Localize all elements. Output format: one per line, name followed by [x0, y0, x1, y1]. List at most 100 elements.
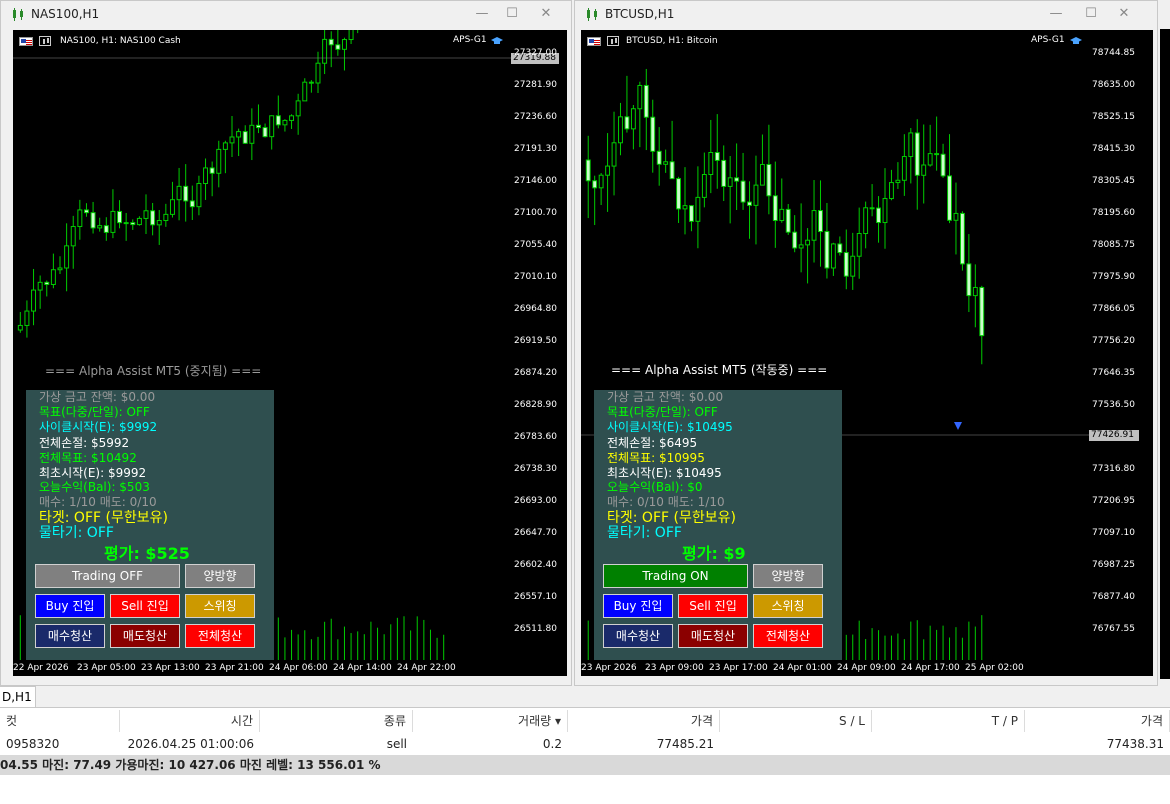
candle-body [727, 177, 733, 187]
candle-body [302, 81, 308, 102]
candle-body [64, 245, 70, 269]
candle-body [901, 156, 907, 181]
price-tick-label: 78305.45 [1092, 176, 1135, 186]
column-header[interactable]: 거래량 ▾ [413, 710, 568, 732]
candle-body [37, 281, 43, 291]
maximize-icon[interactable]: ☐ [1080, 5, 1102, 23]
column-header[interactable]: 종류 [260, 710, 413, 732]
trading-toggle-button[interactable]: Trading ON [603, 564, 748, 588]
column-header[interactable]: 컷 [0, 710, 120, 732]
time-tick-label: 24 Apr 06:00 [269, 663, 328, 673]
mt5-terminal: NAS100,H1 — ☐ ✕ NAS100, H1: NAS100 Cash … [0, 0, 1170, 804]
candle-body [611, 142, 617, 167]
today-profit: 오늘수익(Bal): $0 [607, 480, 703, 494]
cycle-start: 사이클시작(E): $10495 [607, 420, 733, 434]
time-tick-label: 23 Apr 13:00 [141, 663, 200, 673]
candle-body [643, 84, 649, 118]
column-header[interactable]: S / L [720, 710, 872, 732]
candle-body [328, 38, 334, 46]
tab-chart[interactable]: D,H1 [0, 686, 36, 708]
candle-body [656, 150, 662, 165]
chart-window-btcusd[interactable]: BTCUSD,H1 — ☐ ✕ BTCUSD, H1: Bitcoin APS-… [574, 0, 1158, 686]
candle-body [136, 217, 142, 226]
close-sell-button[interactable]: 매도청산 [110, 624, 180, 648]
candle-body [110, 210, 116, 233]
switching-button[interactable]: 스위칭 [185, 594, 255, 618]
buy-entry-button[interactable]: Buy 진입 [35, 594, 105, 618]
candle-body [335, 44, 341, 50]
sell-entry-button[interactable]: Sell 진입 [110, 594, 180, 618]
time-tick-label: 24 Apr 09:00 [837, 663, 896, 673]
buy-entry-button[interactable]: Buy 진입 [603, 594, 673, 618]
window-titlebar[interactable]: NAS100,H1 — ☐ ✕ [1, 1, 571, 28]
price-tick-label: 77866.05 [1092, 304, 1135, 314]
price-tick-label: 26964.80 [514, 304, 557, 314]
bidirectional-button[interactable]: 양방향 [185, 564, 255, 588]
price-chart[interactable]: NAS100, H1: NAS100 Cash APS-G1 === Alpha… [13, 30, 511, 676]
virtual-balance: 가상 금고 잔액: $0.00 [39, 390, 156, 404]
column-header[interactable]: 가격 [568, 710, 720, 732]
candle-body [663, 161, 669, 165]
candle-body [650, 116, 656, 152]
maximize-icon[interactable]: ☐ [501, 5, 523, 23]
chart-window-partial[interactable] [1160, 29, 1170, 679]
minimize-icon[interactable]: — [1045, 5, 1067, 23]
price-tick-label: 76767.55 [1092, 624, 1135, 634]
minimize-icon[interactable]: — [471, 5, 493, 23]
candle-body [308, 81, 314, 84]
candle-body [856, 233, 862, 257]
column-header[interactable]: 시간 [120, 710, 260, 732]
candle-body [966, 263, 972, 297]
candle-body [150, 210, 156, 226]
time-tick-label: 24 Apr 01:00 [773, 663, 832, 673]
switching-button[interactable]: 스위칭 [753, 594, 823, 618]
price-tick-label: 76877.40 [1092, 592, 1135, 602]
time-tick-label: 23 Apr 2026 [581, 663, 637, 673]
candle-body [927, 153, 933, 166]
close-icon[interactable]: ✕ [1113, 5, 1135, 23]
price-chart[interactable]: BTCUSD, H1: Bitcoin APS-G1 === Alpha Ass… [581, 30, 1089, 676]
candle-body [830, 243, 836, 269]
close-buy-button[interactable]: 매수청산 [603, 624, 673, 648]
candle-body [695, 196, 701, 222]
sell-entry-button[interactable]: Sell 진입 [678, 594, 748, 618]
price-tick-label: 26602.40 [514, 560, 557, 570]
price-tick-label: 78635.00 [1092, 80, 1135, 90]
price-axis[interactable]: 27319.88 27327.00 27281.90 27236.60 27191.3… [511, 30, 567, 676]
time-tick-label: 23 Apr 09:00 [645, 663, 704, 673]
candle-body [598, 174, 604, 189]
candle-body [637, 84, 643, 110]
price-axis[interactable]: 77426.91 78744.85 78635.00 78525.15 78415.3… [1089, 30, 1153, 676]
close-icon[interactable]: ✕ [535, 5, 557, 23]
close-all-button[interactable]: 전체청산 [185, 624, 255, 648]
close-all-button[interactable]: 전체청산 [753, 624, 823, 648]
column-header[interactable]: 가격 [1025, 710, 1170, 732]
close-buy-button[interactable]: 매수청산 [35, 624, 105, 648]
candle-body [605, 165, 611, 176]
table-cell: 0.2 [542, 737, 562, 751]
chart-window-nas100[interactable]: NAS100,H1 — ☐ ✕ NAS100, H1: NAS100 Cash … [0, 0, 572, 686]
bidirectional-button[interactable]: 양방향 [753, 564, 823, 588]
price-tick-label: 26874.20 [514, 368, 557, 378]
candle-body [315, 62, 321, 84]
column-header[interactable]: T / P [872, 710, 1025, 732]
price-tick-label: 27146.00 [514, 176, 557, 186]
close-sell-button[interactable]: 매도청산 [678, 624, 748, 648]
candle-body [811, 210, 817, 241]
cycle-start: 사이클시작(E): $9992 [39, 420, 158, 434]
candle-body [77, 209, 83, 228]
initial-start: 최초시작(E): $10495 [607, 466, 722, 480]
price-tick-label: 77536.50 [1092, 400, 1135, 410]
target-mode: 목표(다중/단일): OFF [607, 405, 718, 419]
candle-body [176, 185, 182, 201]
candle-body [940, 153, 946, 177]
candle-body [676, 178, 681, 210]
window-titlebar[interactable]: BTCUSD,H1 — ☐ ✕ [575, 1, 1157, 28]
chart-type-icon [39, 36, 51, 46]
time-tick-label: 22 Apr 2026 [13, 663, 69, 673]
trading-toggle-button[interactable]: Trading OFF [35, 564, 180, 588]
ea-heading: === Alpha Assist MT5 (중지됨) === [45, 364, 262, 378]
price-tick-label: 77097.10 [1092, 528, 1135, 538]
window-title: BTCUSD,H1 [605, 7, 675, 21]
price-tick-label: 27100.70 [514, 208, 557, 218]
